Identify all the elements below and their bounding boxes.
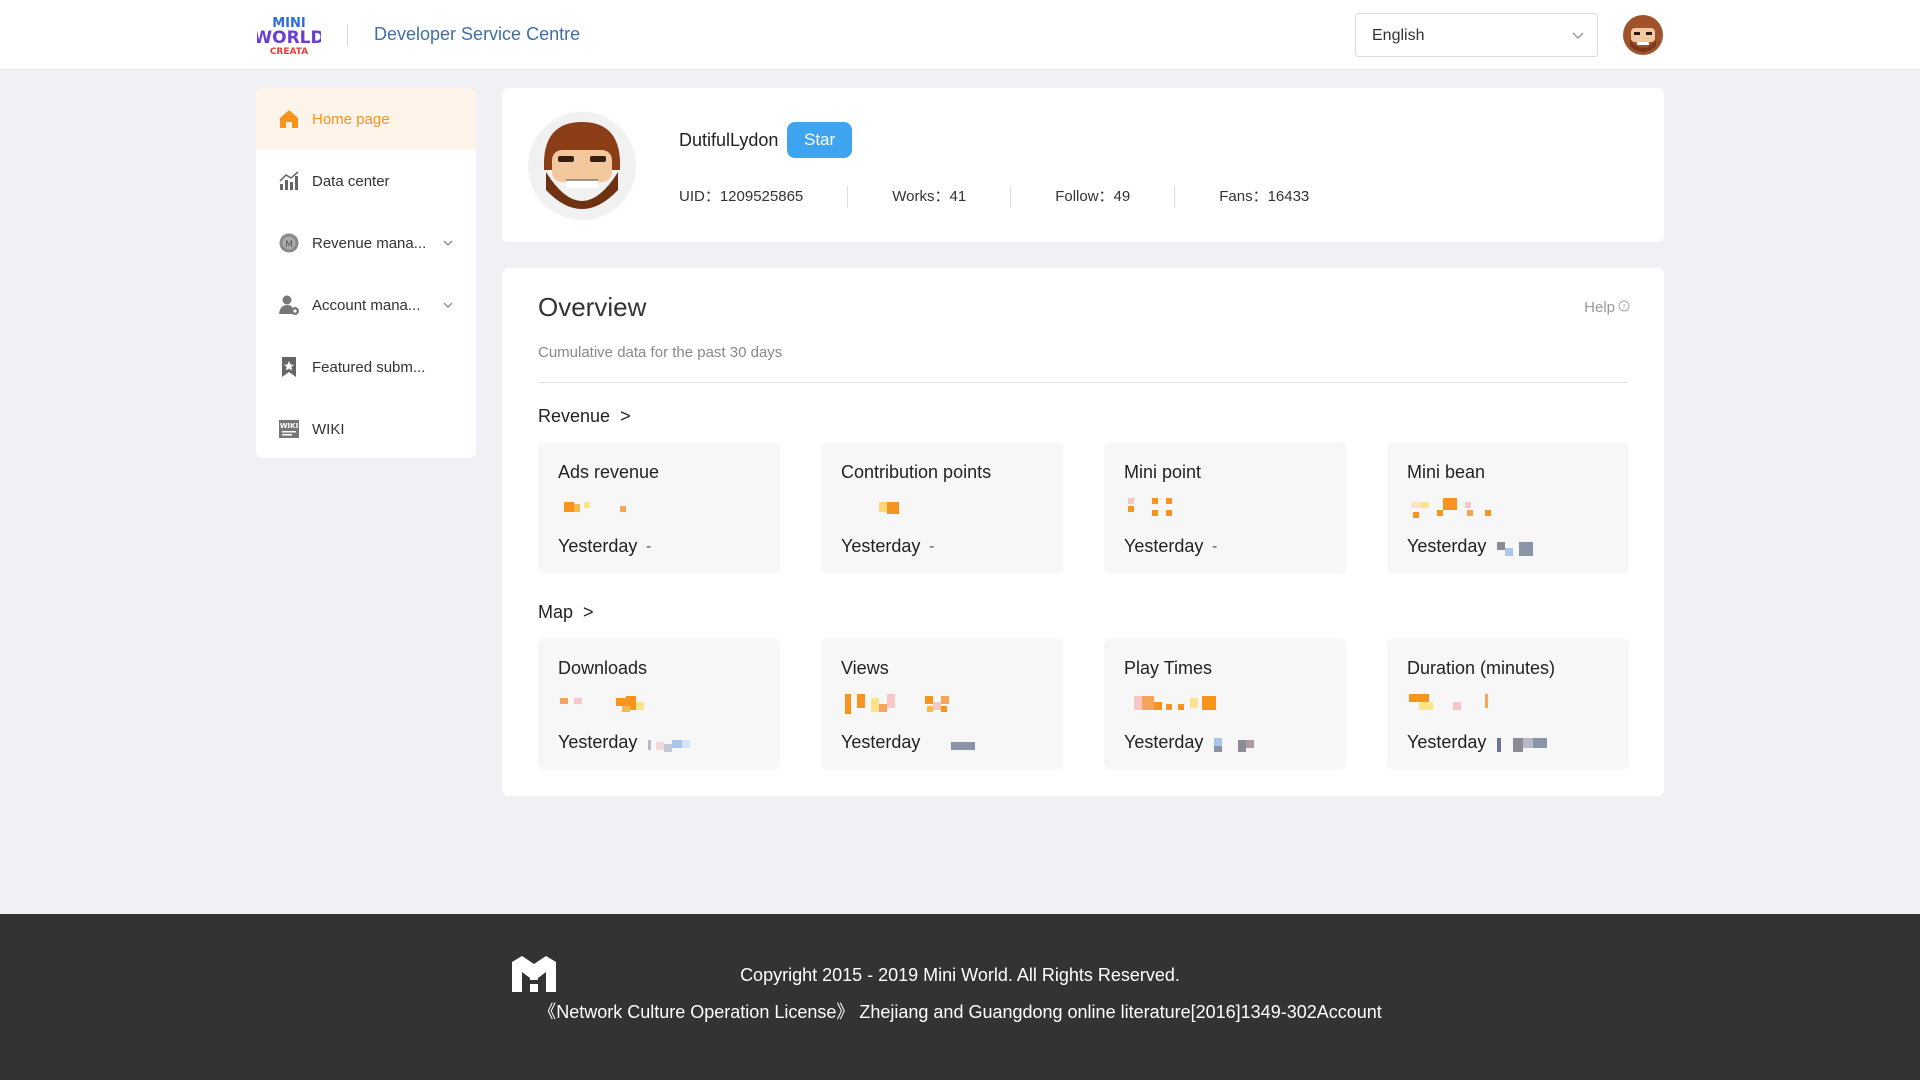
yesterday-value-mosaic (1497, 736, 1567, 754)
footer-copyright: Copyright 2015 - 2019 Mini World. All Ri… (740, 965, 1180, 985)
revenue-section-link[interactable]: Revenue > (538, 406, 631, 427)
coin-icon: M (278, 232, 300, 254)
overview-subtitle: Cumulative data for the past 30 days (538, 344, 783, 361)
help-label: Help (1584, 299, 1615, 316)
bookmark-star-icon (278, 356, 300, 378)
overview-title: Overview (538, 292, 647, 322)
wiki-icon: WIKI (278, 418, 300, 440)
stat-follow[interactable]: Follow：49 (1010, 186, 1174, 208)
sidebar-item-data-center[interactable]: Data center (256, 150, 476, 212)
card-value-mosaic (1407, 496, 1607, 518)
card-mini-bean[interactable]: Mini bean Yesterday (1387, 442, 1629, 574)
card-value-mosaic (558, 496, 758, 518)
yesterday-value: - (1212, 538, 1218, 555)
card-downloads[interactable]: Downloads Yesterday (538, 638, 780, 770)
yesterday-value-mosaic (1214, 736, 1284, 754)
sidebar: Home page Data center M Revenue mana... … (256, 88, 476, 458)
card-title: Downloads (558, 658, 648, 678)
card-value-mosaic (558, 692, 758, 714)
stat-uid: UID：1209525865 (679, 188, 804, 205)
yesterday-value: - (929, 538, 935, 555)
chevron-down-icon (442, 236, 454, 248)
question-circle-icon: ? (1618, 299, 1630, 316)
sidebar-item-label: Featured subm... (312, 358, 426, 376)
star-badge[interactable]: Star (787, 122, 853, 158)
card-value-mosaic (1124, 496, 1324, 518)
sidebar-item-label: Account mana... (312, 296, 421, 314)
yesterday-label: Yesterday (558, 732, 638, 752)
card-play-times[interactable]: Play Times Yesterday (1104, 638, 1346, 770)
card-mini-point[interactable]: Mini point Yesterday - (1104, 442, 1346, 574)
card-contribution-points[interactable]: Contribution points Yesterday - (821, 442, 1063, 574)
yesterday-label: Yesterday (1407, 732, 1487, 752)
home-icon (278, 108, 300, 130)
svg-text:M: M (285, 240, 293, 250)
map-section-link[interactable]: Map > (538, 602, 594, 623)
section-arrow: > (583, 602, 594, 622)
sidebar-item-revenue-management[interactable]: M Revenue mana... (256, 212, 476, 274)
profile-stats: UID：1209525865 Works：41 Follow：49 Fans：1… (679, 186, 1353, 208)
yesterday-label: Yesterday (1124, 732, 1204, 752)
yesterday-label: Yesterday (841, 536, 921, 556)
card-views[interactable]: Views Yesterday (821, 638, 1063, 770)
revenue-section-label: Revenue (538, 406, 611, 426)
map-section-label: Map (538, 602, 574, 622)
chevron-down-icon (1571, 28, 1585, 42)
help-link[interactable]: Help ? (1584, 299, 1630, 316)
card-value-mosaic (841, 692, 1041, 714)
sidebar-item-label: WIKI (312, 420, 345, 438)
yesterday-value-mosaic (648, 736, 718, 754)
sidebar-item-account-management[interactable]: Account mana... (256, 274, 476, 336)
yesterday-value: - (646, 538, 652, 555)
svg-text:WIKI: WIKI (280, 422, 298, 430)
top-header: MINI WORLD CREATA Developer Service Cent… (0, 0, 1920, 70)
card-title: Ads revenue (558, 462, 660, 482)
stat-works[interactable]: Works：41 (847, 186, 1010, 208)
svg-text:?: ? (1622, 303, 1626, 311)
card-ads-revenue[interactable]: Ads revenue Yesterday - (538, 442, 780, 574)
card-title: Duration (minutes) (1407, 658, 1556, 678)
language-select[interactable]: English (1355, 13, 1598, 57)
sidebar-item-label: Revenue mana... (312, 234, 427, 252)
site-title: Developer Service Centre (374, 24, 581, 44)
sidebar-item-home[interactable]: Home page (256, 88, 476, 150)
card-title: Mini point (1124, 462, 1202, 482)
yesterday-value-mosaic (931, 736, 1001, 754)
card-title: Play Times (1124, 658, 1213, 678)
bar-chart-icon (278, 170, 300, 192)
card-value-mosaic (1124, 692, 1324, 714)
mini-world-logo[interactable]: MINI WORLD CREATA (253, 14, 324, 57)
card-title: Contribution points (841, 462, 992, 482)
svg-text:WORLD: WORLD (257, 28, 321, 48)
yesterday-label: Yesterday (841, 732, 921, 752)
footer: Copyright 2015 - 2019 Mini World. All Ri… (0, 914, 1920, 1080)
card-title: Mini bean (1407, 462, 1486, 482)
card-value-mosaic (841, 496, 1041, 518)
sidebar-item-wiki[interactable]: WIKI WIKI (256, 398, 476, 458)
section-arrow: > (620, 406, 631, 426)
language-select-value: English (1372, 27, 1425, 44)
sidebar-item-label: Home page (312, 110, 390, 128)
profile-avatar (526, 110, 638, 222)
chevron-down-icon (442, 298, 454, 310)
card-value-mosaic (1407, 692, 1607, 714)
profile-username: DutifulLydon (679, 130, 779, 150)
card-title: Views (841, 658, 889, 678)
yesterday-value-mosaic (1497, 540, 1567, 558)
svg-text:CREATA: CREATA (270, 47, 308, 56)
yesterday-label: Yesterday (558, 536, 638, 556)
yesterday-label: Yesterday (1407, 536, 1487, 556)
yesterday-label: Yesterday (1124, 536, 1204, 556)
stat-fans[interactable]: Fans：16433 (1174, 186, 1353, 208)
header-divider (347, 24, 348, 46)
sidebar-item-label: Data center (312, 172, 390, 190)
sidebar-item-featured-submissions[interactable]: Featured subm... (256, 336, 476, 398)
user-avatar[interactable] (1622, 14, 1664, 56)
overview-divider (538, 382, 1628, 383)
profile-card: DutifulLydon Star UID：1209525865 Works：4… (502, 88, 1664, 242)
user-settings-icon (278, 294, 300, 316)
footer-license: 《Network Culture Operation License》 Zhej… (538, 1002, 1382, 1022)
card-duration[interactable]: Duration (minutes) Yesterday (1387, 638, 1629, 770)
overview-panel: Overview Help ? Cumulative data for the … (502, 268, 1664, 796)
